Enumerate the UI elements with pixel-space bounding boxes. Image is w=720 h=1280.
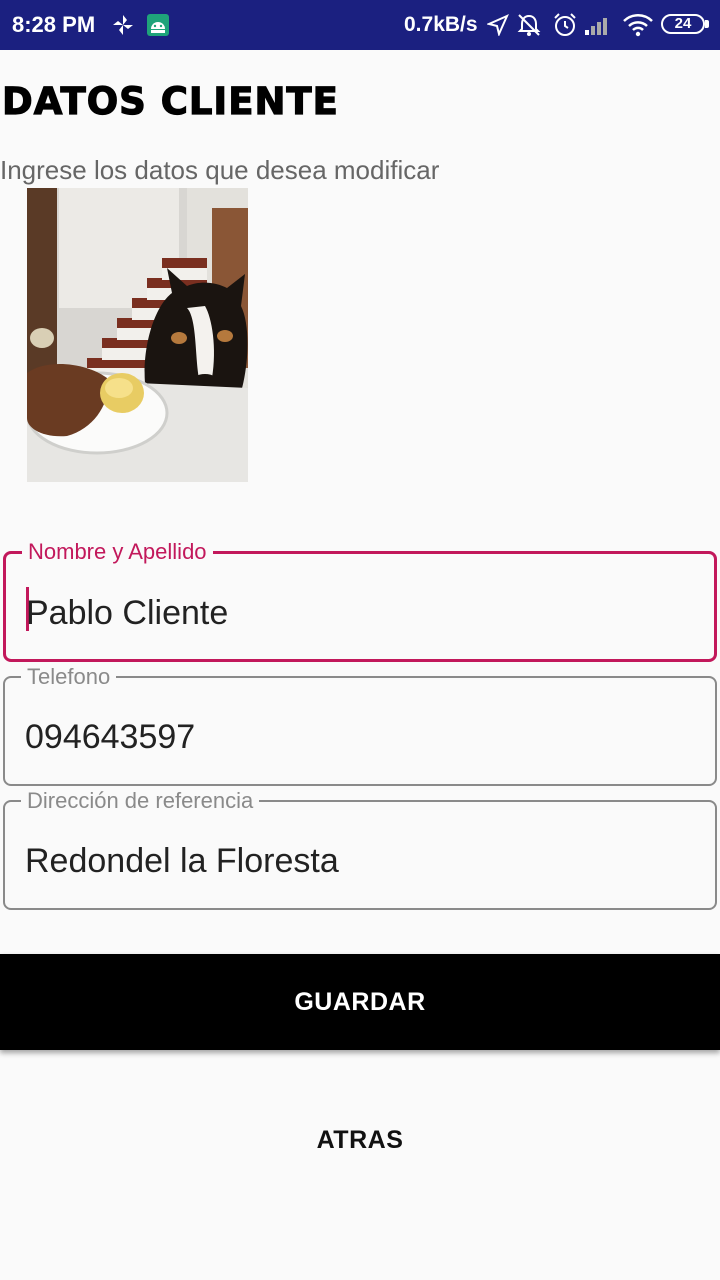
phone-field-label: Telefono: [21, 664, 117, 690]
back-button[interactable]: ATRAS: [0, 1092, 720, 1188]
name-field-label: Nombre y Apellido: [22, 539, 213, 565]
alarm-icon: [552, 12, 578, 43]
location-arrow-icon: [485, 14, 509, 41]
phone-field[interactable]: Telefono 094643597: [3, 664, 717, 786]
name-field[interactable]: Nombre y Apellido Pablo Cliente: [3, 539, 717, 662]
status-time: 8:28 PM: [12, 12, 96, 37]
save-button[interactable]: GUARDAR: [0, 954, 720, 1050]
signal-icon: [584, 14, 612, 41]
address-field-value[interactable]: Redondel la Floresta: [25, 842, 339, 881]
page-subtitle: Ingrese los datos que desea modificar: [0, 155, 440, 185]
customer-photo-image: [27, 188, 248, 482]
address-field-label: Dirección de referencia: [21, 788, 260, 814]
battery-icon: 24: [661, 14, 705, 34]
status-bar: 8:28 PM 0.7kB/s 24: [0, 0, 720, 50]
pinwheel-icon: [112, 14, 134, 41]
customer-photo[interactable]: [27, 188, 248, 482]
phone-field-value[interactable]: 094643597: [25, 718, 195, 757]
android-debug-icon: [146, 13, 170, 42]
page-title: DATOS CLIENTE: [1, 79, 339, 123]
alarm-off-icon: [516, 12, 542, 43]
wifi-icon: [622, 12, 654, 43]
name-field-value[interactable]: Pablo Cliente: [26, 594, 228, 633]
network-speed: 0.7kB/s: [404, 13, 478, 36]
address-field[interactable]: Dirección de referencia Redondel la Flor…: [3, 788, 717, 910]
battery-tip: [705, 20, 709, 28]
